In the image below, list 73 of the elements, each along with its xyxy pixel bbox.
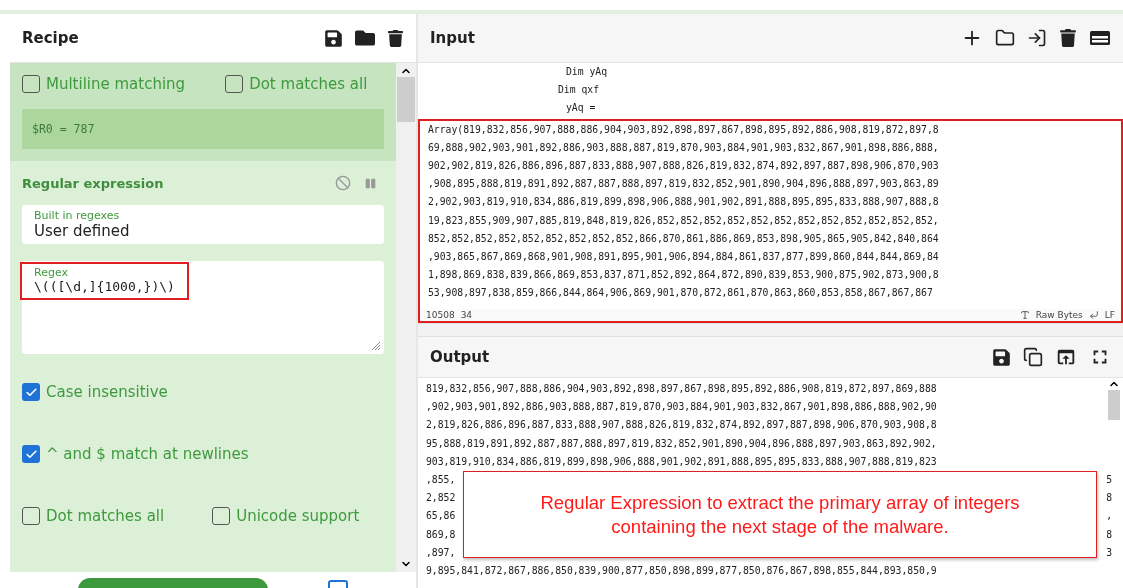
trash-icon[interactable]	[387, 29, 404, 47]
code-line: 53,908,897,838,859,866,844,864,906,869,901,870,872,861,870,863,860,853,858,867,867,867	[428, 286, 934, 301]
save-icon[interactable]	[992, 347, 1011, 367]
code-line: 95,888,819,891,892,887,887,888,897,819,832,852,901,890,904,896,888,897,903,863,892,902,	[426, 436, 938, 451]
code-line: Array(819,832,856,907,888,886,904,903,892,898,897,867,898,895,892,886,908,819,872,897,8	[428, 122, 940, 137]
annotation-callout: Regular Expression to extract the primary array of integers containing the next stage of the malware.	[463, 471, 1097, 558]
code-fragment: 3	[1106, 545, 1112, 560]
code-line: ,908,895,888,819,891,892,887,887,888,897,819,832,852,901,890,904,896,888,897,903,863,89	[428, 177, 940, 192]
code-line: 852,852,852,852,852,852,852,852,852,866,870,861,886,869,853,898,905,865,905,842,840,864	[428, 231, 940, 246]
code-line: 9,895,841,872,867,886,850,839,900,877,850,898,899,877,850,876,867,898,855,844,893,850,9	[426, 564, 938, 579]
code-line: 819,832,856,907,888,886,904,903,892,898,897,867,898,895,892,886,908,819,872,897,869,888	[426, 382, 938, 396]
checkbox-option[interactable]: Dot matches all	[22, 503, 165, 529]
code-line: 902,902,819,826,886,896,887,833,888,907,888,826,819,832,874,892,897,887,898,906,870,903	[428, 159, 940, 173]
code-fragment: 65,86	[426, 509, 456, 524]
code-fragment: 8	[1106, 491, 1112, 506]
checkbox[interactable]	[22, 75, 40, 93]
folder-icon[interactable]	[355, 28, 375, 48]
save-icon[interactable]	[324, 28, 343, 48]
resize-grip-icon[interactable]	[369, 339, 381, 351]
operation-title: Regular expression	[22, 175, 164, 191]
checkbox[interactable]	[22, 507, 40, 525]
checkbox[interactable]	[22, 445, 40, 463]
check-icon	[24, 447, 38, 461]
check-icon	[24, 385, 38, 399]
folder-icon[interactable]	[995, 28, 1015, 48]
code-line: 903,819,910,834,886,819,899,898,906,888,901,902,891,888,895,895,833,888,907,888,819,823	[426, 454, 938, 469]
checkbox-option[interactable]: Multiline matching	[22, 71, 186, 97]
panel-title: Recipe	[22, 29, 79, 47]
scrollbar[interactable]	[396, 63, 416, 572]
register-result: $R0 = 787	[22, 109, 384, 149]
code-line: ,903,865,867,869,868,901,908,891,895,901,906,894,884,861,837,877,899,860,844,844,869,84	[428, 250, 940, 265]
copy-icon[interactable]	[1023, 347, 1043, 367]
return-icon[interactable]	[1088, 310, 1099, 320]
code-line: 2,819,826,886,896,887,833,888,907,888,826,819,832,874,892,897,887,898,906,870,903,908,8	[426, 418, 938, 433]
checkbox[interactable]	[225, 75, 244, 93]
dropdown-field[interactable]: Built in regexes User defined	[22, 205, 384, 244]
code-line: 1,898,869,838,839,866,869,853,837,871,852,892,864,872,890,839,853,900,875,902,873,900,8	[428, 268, 940, 283]
checkbox[interactable]	[212, 507, 231, 525]
scrollbar-thumb[interactable]	[1108, 390, 1120, 420]
code-line: 69,888,902,903,901,892,886,903,888,887,819,870,903,884,901,903,832,867,901,898,886,888,	[428, 140, 940, 155]
code-line: ,902,903,901,892,886,903,888,887,819,870,903,884,901,903,832,867,901,898,886,888,902,90	[426, 400, 938, 415]
code-fragment: ,855,	[426, 473, 456, 487]
code-fragment: 869,8	[426, 527, 456, 542]
checkbox[interactable]	[22, 383, 40, 401]
trash-icon[interactable]	[1059, 29, 1077, 47]
code-fragment: 8	[1106, 527, 1112, 542]
code-line: Dim yAq	[565, 65, 609, 79]
code-line: yAq =	[565, 101, 597, 116]
checkbox[interactable]	[328, 580, 348, 588]
layout-icon[interactable]	[1089, 29, 1111, 47]
code-fragment: 5	[1106, 473, 1112, 487]
text-icon[interactable]	[1019, 310, 1030, 320]
code-fragment: 2,852	[426, 491, 456, 506]
regex-field[interactable]: Regex \(([\d,]{1000,})\)	[22, 261, 384, 354]
panel-title: Output	[430, 348, 490, 366]
code-line: 19,823,855,909,907,885,819,848,819,826,852,852,852,852,852,852,852,852,852,852,852,852,	[428, 213, 940, 228]
checkbox-option[interactable]: ^ and $ match at newlines	[22, 441, 384, 467]
code-fragment: ,897,	[426, 545, 456, 560]
scrollbar-thumb[interactable]	[397, 77, 415, 122]
sign-in-icon[interactable]	[1027, 28, 1047, 48]
panel-title: Input	[430, 29, 475, 47]
length-count: 10508	[426, 309, 455, 321]
bake-button[interactable]	[78, 578, 268, 588]
line-count: 34	[460, 309, 473, 321]
splitter-handle[interactable]	[418, 323, 1123, 337]
checkbox-option[interactable]: Dot matches all	[225, 71, 368, 97]
checkbox-option[interactable]: Unicode support	[212, 503, 360, 529]
eol-label[interactable]: LF	[1104, 309, 1115, 321]
code-fragment: ,	[1106, 509, 1112, 524]
encoding-label[interactable]: Raw Bytes	[1035, 309, 1083, 321]
code-line: Dim qxf	[557, 83, 601, 98]
checkbox-option[interactable]: Case insensitive	[22, 379, 384, 405]
code-line: 2,902,903,819,910,834,886,819,899,898,906,888,901,902,891,888,895,895,833,888,907,888,8	[428, 195, 940, 210]
